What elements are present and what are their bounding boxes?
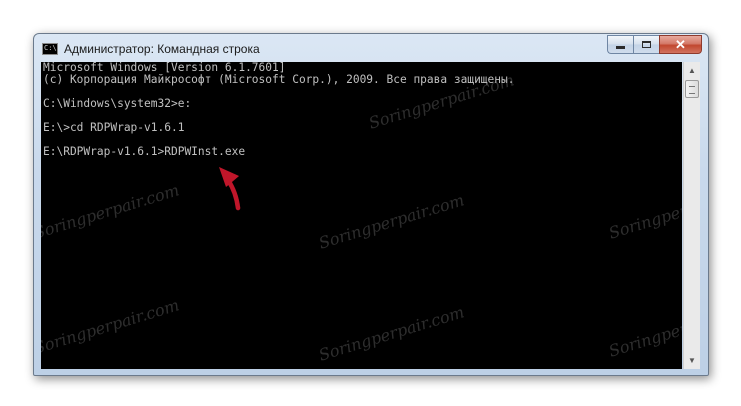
scroll-down-button[interactable]: ▼ bbox=[684, 352, 700, 369]
console-output[interactable]: Microsoft Windows [Version 6.1.7601] (c) … bbox=[41, 62, 682, 369]
maximize-button[interactable] bbox=[633, 35, 659, 54]
console-text: Microsoft Windows [Version 6.1.7601] (c) … bbox=[41, 62, 682, 158]
watermark: Soringperpair.com bbox=[41, 180, 182, 243]
console-line-4: C:\Windows\system32>e: bbox=[43, 97, 192, 110]
minimize-button[interactable] bbox=[607, 35, 633, 54]
scroll-thumb[interactable] bbox=[685, 80, 699, 98]
watermark: Soringperpair.com bbox=[606, 298, 682, 361]
console-line-6: E:\>cd RDPWrap-v1.6.1 bbox=[43, 121, 185, 134]
scroll-up-button[interactable]: ▲ bbox=[684, 62, 700, 79]
cmd-app-icon[interactable]: C:\ bbox=[42, 43, 58, 55]
close-button[interactable]: ✕ bbox=[659, 35, 702, 54]
scroll-up-icon: ▲ bbox=[688, 66, 696, 75]
minimize-icon bbox=[616, 46, 625, 49]
watermark: Soringperpair.com bbox=[606, 180, 682, 243]
command-prompt-window: C:\ Администратор: Командная строка ✕ Mi… bbox=[33, 33, 709, 376]
close-icon: ✕ bbox=[675, 36, 686, 52]
console-line-8: E:\RDPWrap-v1.6.1>RDPWInst.exe bbox=[43, 146, 682, 158]
console-command: E:\RDPWrap-v1.6.1>RDPWInst.exe bbox=[43, 145, 246, 158]
maximize-icon bbox=[642, 41, 651, 48]
vertical-scrollbar[interactable]: ▲ ▼ bbox=[683, 62, 700, 369]
cmd-app-icon-label: C:\ bbox=[44, 44, 57, 52]
title-bar[interactable]: C:\ Администратор: Командная строка ✕ bbox=[34, 34, 708, 62]
watermark: Soringperpair.com bbox=[41, 295, 182, 358]
window-controls: ✕ bbox=[607, 35, 702, 54]
watermark: Soringperpair.com bbox=[316, 190, 467, 253]
watermark: Soringperpair.com bbox=[316, 302, 467, 365]
console-line-2: (c) Корпорация Майкрософт (Microsoft Cor… bbox=[43, 73, 515, 86]
scroll-down-icon: ▼ bbox=[688, 356, 696, 365]
window-title: Администратор: Командная строка bbox=[64, 42, 260, 56]
